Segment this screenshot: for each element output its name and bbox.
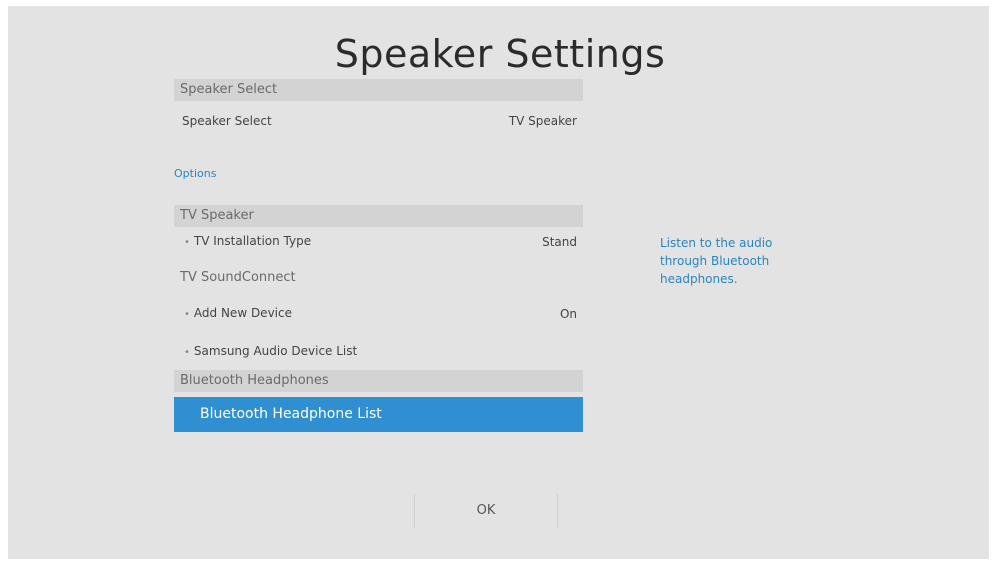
section-header-tv-speaker: TV Speaker xyxy=(174,205,583,227)
section-header-tv-soundconnect: TV SoundConnect xyxy=(180,270,296,285)
ok-button[interactable]: OK xyxy=(415,494,557,528)
section-header-bluetooth-headphones: Bluetooth Headphones xyxy=(174,370,583,392)
section-header-speaker-select: Speaker Select xyxy=(174,79,583,101)
bullet-icon: • xyxy=(184,347,190,358)
add-new-device-item[interactable]: • Add New Device On xyxy=(174,303,583,325)
tv-installation-type-label: TV Installation Type xyxy=(193,234,312,248)
samsung-audio-device-list-label: Samsung Audio Device List xyxy=(193,344,358,358)
speaker-select-label: Speaker Select xyxy=(182,114,272,128)
samsung-audio-device-list-item[interactable]: • Samsung Audio Device List xyxy=(174,341,583,363)
options-label: Options xyxy=(174,167,217,180)
bullet-icon: • xyxy=(184,237,190,248)
bullet-icon: • xyxy=(184,309,190,320)
page-title: Speaker Settings xyxy=(334,32,666,76)
tv-installation-type-value: Stand xyxy=(542,235,577,249)
footer-button-area: OK xyxy=(414,494,558,528)
divider-right xyxy=(557,494,558,528)
bluetooth-headphone-list-item[interactable]: Bluetooth Headphone List xyxy=(174,397,583,432)
add-new-device-label: Add New Device xyxy=(193,306,292,320)
tv-settings-screen: Speaker Settings Speaker Select Speaker … xyxy=(8,6,989,559)
speaker-select-value: TV Speaker xyxy=(508,114,577,128)
help-description: Listen to the audio through Bluetooth he… xyxy=(660,236,773,286)
add-new-device-value: On xyxy=(559,307,577,321)
speaker-select-item[interactable]: Speaker Select TV Speaker xyxy=(174,110,583,132)
tv-installation-type-item[interactable]: • TV Installation Type Stand xyxy=(174,231,583,253)
